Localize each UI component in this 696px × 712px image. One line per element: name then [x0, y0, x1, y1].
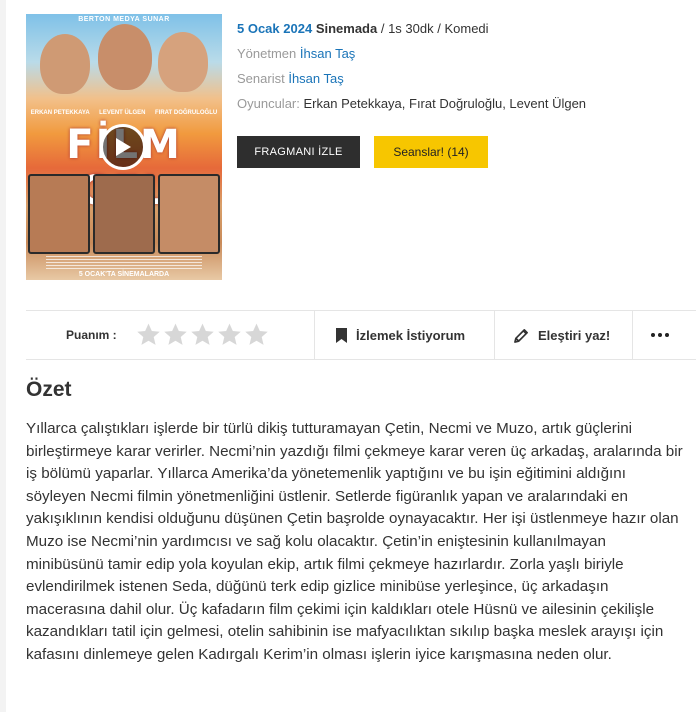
movie-meta-row: 5 Ocak 2024 Sinemada / 1s 30dk / Komedi — [237, 20, 687, 45]
poster-faces — [36, 24, 212, 106]
poster-frame — [158, 174, 220, 254]
poster-filmstrip — [28, 174, 220, 254]
watchlist-button[interactable]: İzlemek İstiyorum — [336, 311, 465, 359]
cast-row: Oyuncular: Erkan Petekkaya, Fırat Doğrul… — [237, 95, 687, 120]
release-date[interactable]: 5 Ocak 2024 — [237, 21, 312, 36]
poster-face — [158, 32, 208, 92]
rating-stars[interactable] — [136, 322, 269, 347]
poster-top-line: BERTON MEDYA SUNAR — [78, 16, 170, 23]
star-icon[interactable] — [190, 322, 215, 347]
action-bar: Puanım : İzlemek İstiyorum Eleştiri yaz! — [26, 310, 696, 360]
summary-title: Özet — [26, 378, 72, 401]
poster-face — [98, 24, 152, 90]
writer-row: Senarist İhsan Taş — [237, 70, 687, 95]
cast-list[interactable]: Erkan Petekkaya, Fırat Doğruloğlu, Leven… — [304, 96, 587, 111]
pencil-icon — [514, 328, 528, 343]
poster-names: ERKAN PETEKKAYA LEVENT ÜLGEN FIRAT DOĞRU… — [26, 110, 222, 116]
summary-text: Yıllarca çalıştıkları işlerde bir türlü … — [26, 420, 683, 663]
action-divider — [314, 311, 315, 359]
watchlist-label: İzlemek İstiyorum — [356, 327, 466, 343]
meta-separator: / — [377, 21, 389, 36]
rating-label: Puanım : — [66, 328, 117, 342]
cast-label: Oyuncular: — [237, 96, 300, 111]
star-icon[interactable] — [136, 322, 161, 347]
play-trailer-button[interactable] — [100, 124, 146, 170]
trailer-button[interactable]: FRAGMANI İZLE — [237, 136, 360, 168]
poster-release-line: 5 OCAK'TA SİNEMALARDA — [78, 271, 170, 278]
poster-face — [40, 34, 90, 94]
more-dots-icon — [651, 333, 669, 337]
poster-name: ERKAN PETEKKAYA — [30, 110, 90, 116]
action-divider — [494, 311, 495, 359]
play-icon — [116, 138, 131, 156]
poster-credits — [46, 256, 202, 270]
writer-link[interactable]: İhsan Taş — [288, 71, 343, 86]
movie-poster[interactable]: BERTON MEDYA SUNAR ERKAN PETEKKAYA LEVEN… — [26, 14, 222, 280]
more-options-button[interactable] — [640, 311, 680, 359]
poster-name: FIRAT DOĞRULOĞLU — [155, 110, 218, 116]
sessions-button[interactable]: Seanslar! (14) — [374, 136, 488, 168]
release-status: Sinemada — [315, 21, 378, 36]
duration: 1s 30dk — [388, 21, 434, 36]
meta-separator: / — [433, 21, 445, 36]
action-divider — [632, 311, 633, 359]
poster-frame — [93, 174, 155, 254]
director-link[interactable]: İhsan Taş — [300, 46, 355, 61]
director-row: Yönetmen İhsan Taş — [237, 45, 687, 70]
write-review-button[interactable]: Eleştiri yaz! — [514, 311, 610, 359]
bookmark-icon — [336, 327, 347, 343]
director-label: Yönetmen — [237, 46, 297, 61]
review-label: Eleştiri yaz! — [538, 327, 611, 343]
genre-link[interactable]: Komedi — [444, 21, 488, 36]
writer-label: Senarist — [237, 71, 285, 86]
page: BERTON MEDYA SUNAR ERKAN PETEKKAYA LEVEN… — [6, 0, 696, 712]
star-icon[interactable] — [244, 322, 269, 347]
star-icon[interactable] — [217, 322, 242, 347]
poster-name: LEVENT ÜLGEN — [99, 110, 146, 116]
poster-frame — [28, 174, 90, 254]
star-icon[interactable] — [163, 322, 188, 347]
movie-info: 5 Ocak 2024 Sinemada / 1s 30dk / Komedi … — [237, 20, 687, 120]
